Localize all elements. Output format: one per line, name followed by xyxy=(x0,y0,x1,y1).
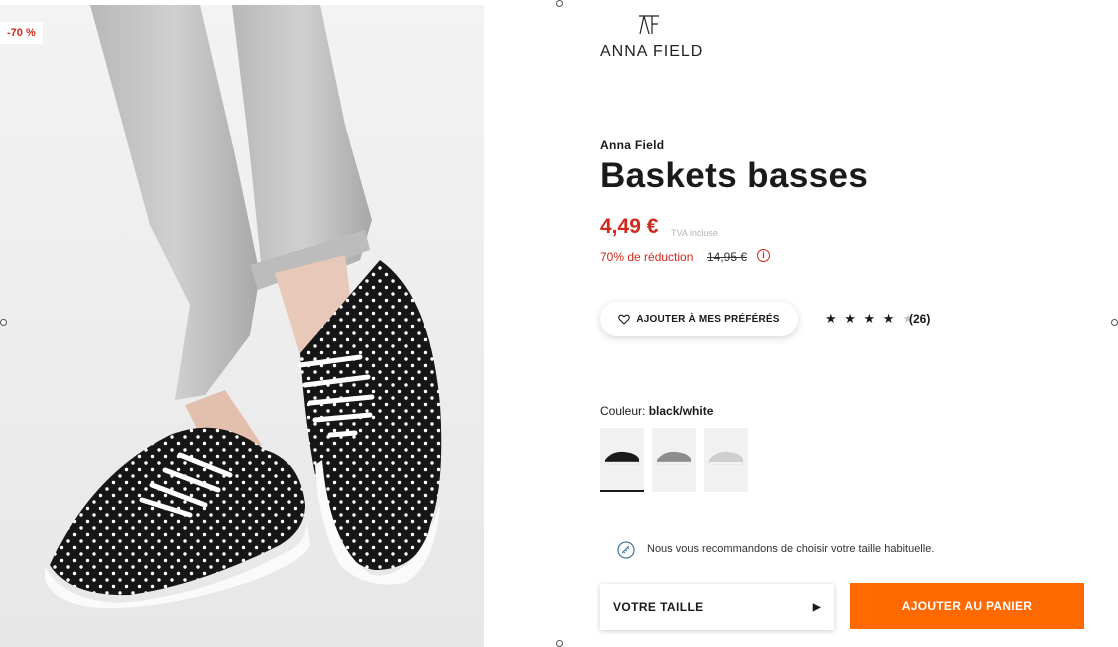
sneaker-thumbnail-icon xyxy=(656,451,692,465)
colour-label: Couleur: black/white xyxy=(600,404,713,418)
product-brand[interactable]: Anna Field xyxy=(600,138,664,152)
arrow-right-icon: ▶ xyxy=(812,601,821,613)
product-image[interactable]: -70 % xyxy=(0,5,484,647)
rating-stars[interactable]: ★ ★ ★ ★ ★ xyxy=(825,311,916,327)
discount-text: 70% de réduction xyxy=(600,250,694,264)
anna-field-logo-icon xyxy=(639,15,659,35)
info-icon[interactable]: i xyxy=(757,249,770,262)
colour-swatch-white-grey[interactable] xyxy=(704,428,748,492)
product-title: Baskets basses xyxy=(600,156,869,195)
vat-note: TVA incluse xyxy=(671,228,718,238)
frame-handle xyxy=(556,0,563,7)
size-recommendation-text: Nous vous recommandons de choisir votre … xyxy=(647,543,935,555)
sneaker-photo xyxy=(45,5,442,609)
add-to-cart-button[interactable]: AJOUTER AU PANIER xyxy=(850,583,1084,629)
sneaker-thumbnail-icon xyxy=(708,451,744,465)
colour-selected-value: black/white xyxy=(648,404,714,418)
colour-swatch-black-white[interactable] xyxy=(600,428,644,492)
frame-handle xyxy=(0,319,7,326)
original-price: 14,95 € xyxy=(707,250,748,264)
add-to-wishlist-label: AJOUTER À MES PRÉFÉRÉS xyxy=(636,313,780,325)
review-count[interactable]: (26) xyxy=(909,312,930,326)
frame-handle xyxy=(1111,319,1118,326)
discount-badge: -70 % xyxy=(0,22,43,44)
size-select-label: VOTRE TAILLE xyxy=(613,600,704,614)
sneaker-thumbnail-icon xyxy=(604,451,640,465)
add-to-wishlist-button[interactable]: AJOUTER À MES PRÉFÉRÉS xyxy=(600,302,798,336)
frame-handle xyxy=(556,640,563,647)
heart-outline-icon xyxy=(618,314,631,325)
filled-stars-icon: ★ ★ ★ ★ xyxy=(825,311,897,326)
colour-swatch-grey[interactable] xyxy=(652,428,696,492)
brand-logo-text[interactable]: ANNA FIELD xyxy=(600,43,703,61)
product-price: 4,49 € xyxy=(600,215,659,238)
size-select-button[interactable]: VOTRE TAILLE ▶ xyxy=(600,584,834,630)
size-fit-icon xyxy=(617,541,635,559)
colour-label-text: Couleur: xyxy=(600,404,646,418)
